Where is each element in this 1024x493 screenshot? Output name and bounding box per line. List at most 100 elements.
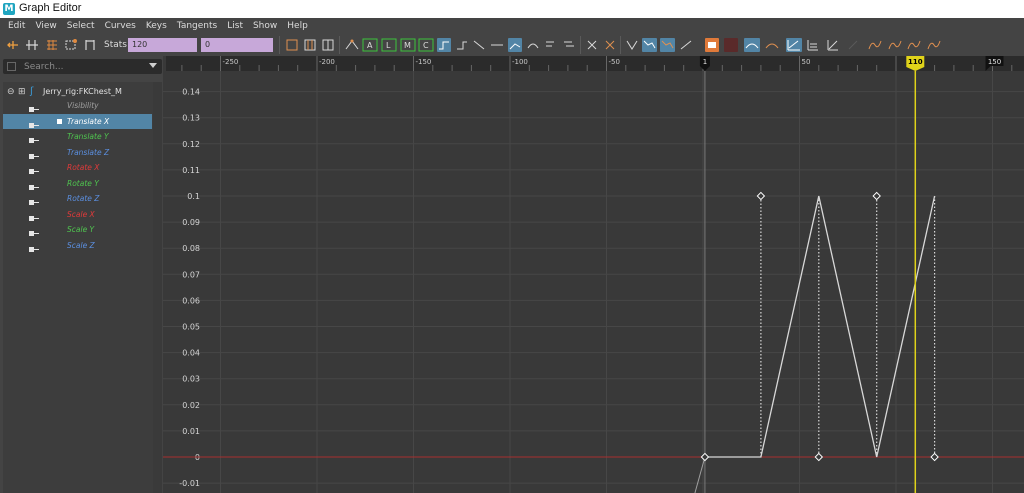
stats-frame-field[interactable]: 120 [128, 38, 197, 52]
graph-view[interactable]: 0.14 0.13 0.12 0.11 0.1 0.09 0.08 0.07 0.06 0.05 0… [163, 56, 1024, 493]
trax-editor-icon[interactable] [724, 38, 738, 52]
ghost-curve-3-icon[interactable] [906, 38, 922, 52]
keyframe-marker[interactable] [930, 452, 939, 462]
y-axis-label: 0.12 [182, 140, 200, 149]
menu-bar: Edit View Select Curves Keys Tangents Li… [0, 18, 1024, 34]
menu-view[interactable]: View [30, 18, 61, 34]
ghost-curve-2-icon[interactable] [887, 38, 903, 52]
channel-row[interactable]: Scale Z [3, 238, 152, 253]
menu-list[interactable]: List [222, 18, 248, 34]
ruler-tick-label: -250 [223, 58, 239, 66]
show-results-icon[interactable] [806, 38, 820, 52]
ghost-curve-icon[interactable] [867, 38, 883, 52]
lock-tangent-weight-icon[interactable] [544, 38, 558, 52]
search-input[interactable] [24, 59, 139, 74]
flat-key-icon[interactable] [490, 38, 504, 52]
menu-curves[interactable]: Curves [100, 18, 141, 34]
menu-tangents[interactable]: Tangents [172, 18, 222, 34]
y-axis-label: 0.11 [182, 166, 200, 175]
post-infinity-icon[interactable] [764, 38, 780, 52]
ghost-curve-4-icon[interactable] [926, 38, 942, 52]
channel-label: Rotate Y [67, 178, 99, 188]
tangent-a-label: A [367, 41, 373, 50]
free-tangent-weight-icon[interactable] [562, 38, 576, 52]
plateau-tangent-icon[interactable] [472, 38, 486, 52]
channel-row[interactable]: Translate Y [3, 129, 152, 144]
move-key-tool-icon[interactable] [6, 38, 20, 52]
channel-plug-icon [29, 243, 39, 252]
chevron-down-icon[interactable] [149, 63, 157, 68]
curve-buffer-icon[interactable] [660, 38, 675, 52]
channel-label: Scale Z [67, 240, 95, 250]
ruler-tick-label: -50 [609, 58, 620, 66]
unmute-channel-icon[interactable] [603, 38, 617, 52]
menu-help[interactable]: Help [282, 18, 313, 34]
spline-tangent-icon[interactable]: A [362, 38, 378, 52]
y-axis-label: 0.07 [182, 270, 200, 279]
frame-playback-icon[interactable] [303, 38, 317, 52]
y-axis-label: 0.01 [182, 427, 200, 436]
y-axis-label: 0.05 [182, 323, 200, 332]
step-tangent-icon[interactable] [437, 38, 451, 52]
channel-plug-icon [29, 134, 39, 143]
dope-sheet-icon[interactable] [705, 38, 719, 52]
channel-row[interactable]: Translate Z [3, 145, 152, 160]
channel-label: Scale Y [67, 225, 95, 234]
keyframe-marker[interactable] [814, 452, 824, 462]
stats-value-field[interactable]: 0 [201, 38, 273, 52]
step-next-tangent-icon[interactable] [455, 38, 469, 52]
menu-edit[interactable]: Edit [0, 18, 30, 34]
transform-curve-icon: ʃ [30, 86, 34, 97]
outliner-scrollbar[interactable] [153, 82, 162, 493]
ruler-canvas[interactable]: -250 -200 -150 -100 -50 50 1 150 110 [166, 56, 1024, 71]
keyframe-marker[interactable] [700, 452, 710, 462]
range-start-label: 1 [703, 58, 707, 66]
normalize-icon[interactable] [625, 38, 639, 52]
window-title: Graph Editor [19, 2, 82, 14]
channel-row[interactable]: Translate X [3, 113, 152, 129]
center-current-time-icon[interactable] [321, 38, 335, 52]
clamped-tangent-icon[interactable]: M [400, 38, 416, 52]
stacked-curves-icon[interactable] [642, 38, 657, 52]
frame-all-icon[interactable] [285, 38, 299, 52]
channel-row[interactable]: Visibility [3, 98, 152, 113]
absolute-view-icon[interactable] [826, 38, 840, 52]
outliner-node-row[interactable]: ⊖ ⊞ ʃ Jerry_rig:FKChest_M [3, 84, 152, 99]
channel-row[interactable]: Rotate X [3, 160, 152, 175]
keyframe-marker[interactable] [756, 191, 766, 201]
channel-row[interactable]: Rotate Y [3, 176, 152, 191]
channel-plug-icon [29, 165, 39, 174]
time-ruler[interactable]: -250 -200 -150 -100 -50 50 1 150 110 [166, 56, 1024, 71]
pre-infinity-icon[interactable] [744, 38, 760, 52]
keyframe-marker[interactable] [872, 191, 881, 201]
menu-keys[interactable]: Keys [141, 18, 172, 34]
snap-buffer-icon[interactable] [679, 38, 693, 52]
y-axis-label: 0.02 [182, 401, 200, 410]
menu-show[interactable]: Show [248, 18, 282, 34]
show-tangents-icon[interactable] [786, 38, 802, 52]
channel-plug-icon [29, 227, 39, 236]
insert-keys-tool-icon[interactable] [25, 38, 39, 52]
channel-row[interactable]: Scale X [3, 207, 152, 222]
filter-icon[interactable] [7, 62, 16, 71]
unify-tangents-icon[interactable] [526, 38, 540, 52]
menu-select[interactable]: Select [62, 18, 100, 34]
linear-tangent-icon[interactable]: L [381, 38, 397, 52]
channel-label: Translate X [67, 116, 110, 126]
channel-plug-icon [29, 212, 39, 221]
channel-row[interactable]: Rotate Z [3, 191, 152, 206]
channel-row[interactable]: Scale Y [3, 222, 152, 237]
graph-canvas[interactable]: 0.14 0.13 0.12 0.11 0.1 0.09 0.08 0.07 0.06 0.05 0… [163, 56, 1024, 493]
channel-plug-icon [29, 119, 39, 128]
auto-tangent-icon[interactable] [345, 38, 359, 52]
toolbar-separator [580, 36, 581, 54]
channel-label: Rotate Z [67, 194, 100, 203]
key-indicator-icon [57, 118, 62, 124]
region-tool-icon[interactable] [64, 38, 78, 52]
ruler-tick-label: 50 [802, 58, 811, 66]
lattice-deform-icon[interactable] [45, 38, 59, 52]
retime-tool-icon[interactable] [83, 38, 97, 52]
ruler-tick-label: -200 [319, 58, 335, 66]
break-tangents-icon[interactable] [508, 38, 522, 52]
mute-channel-icon[interactable] [585, 38, 599, 52]
